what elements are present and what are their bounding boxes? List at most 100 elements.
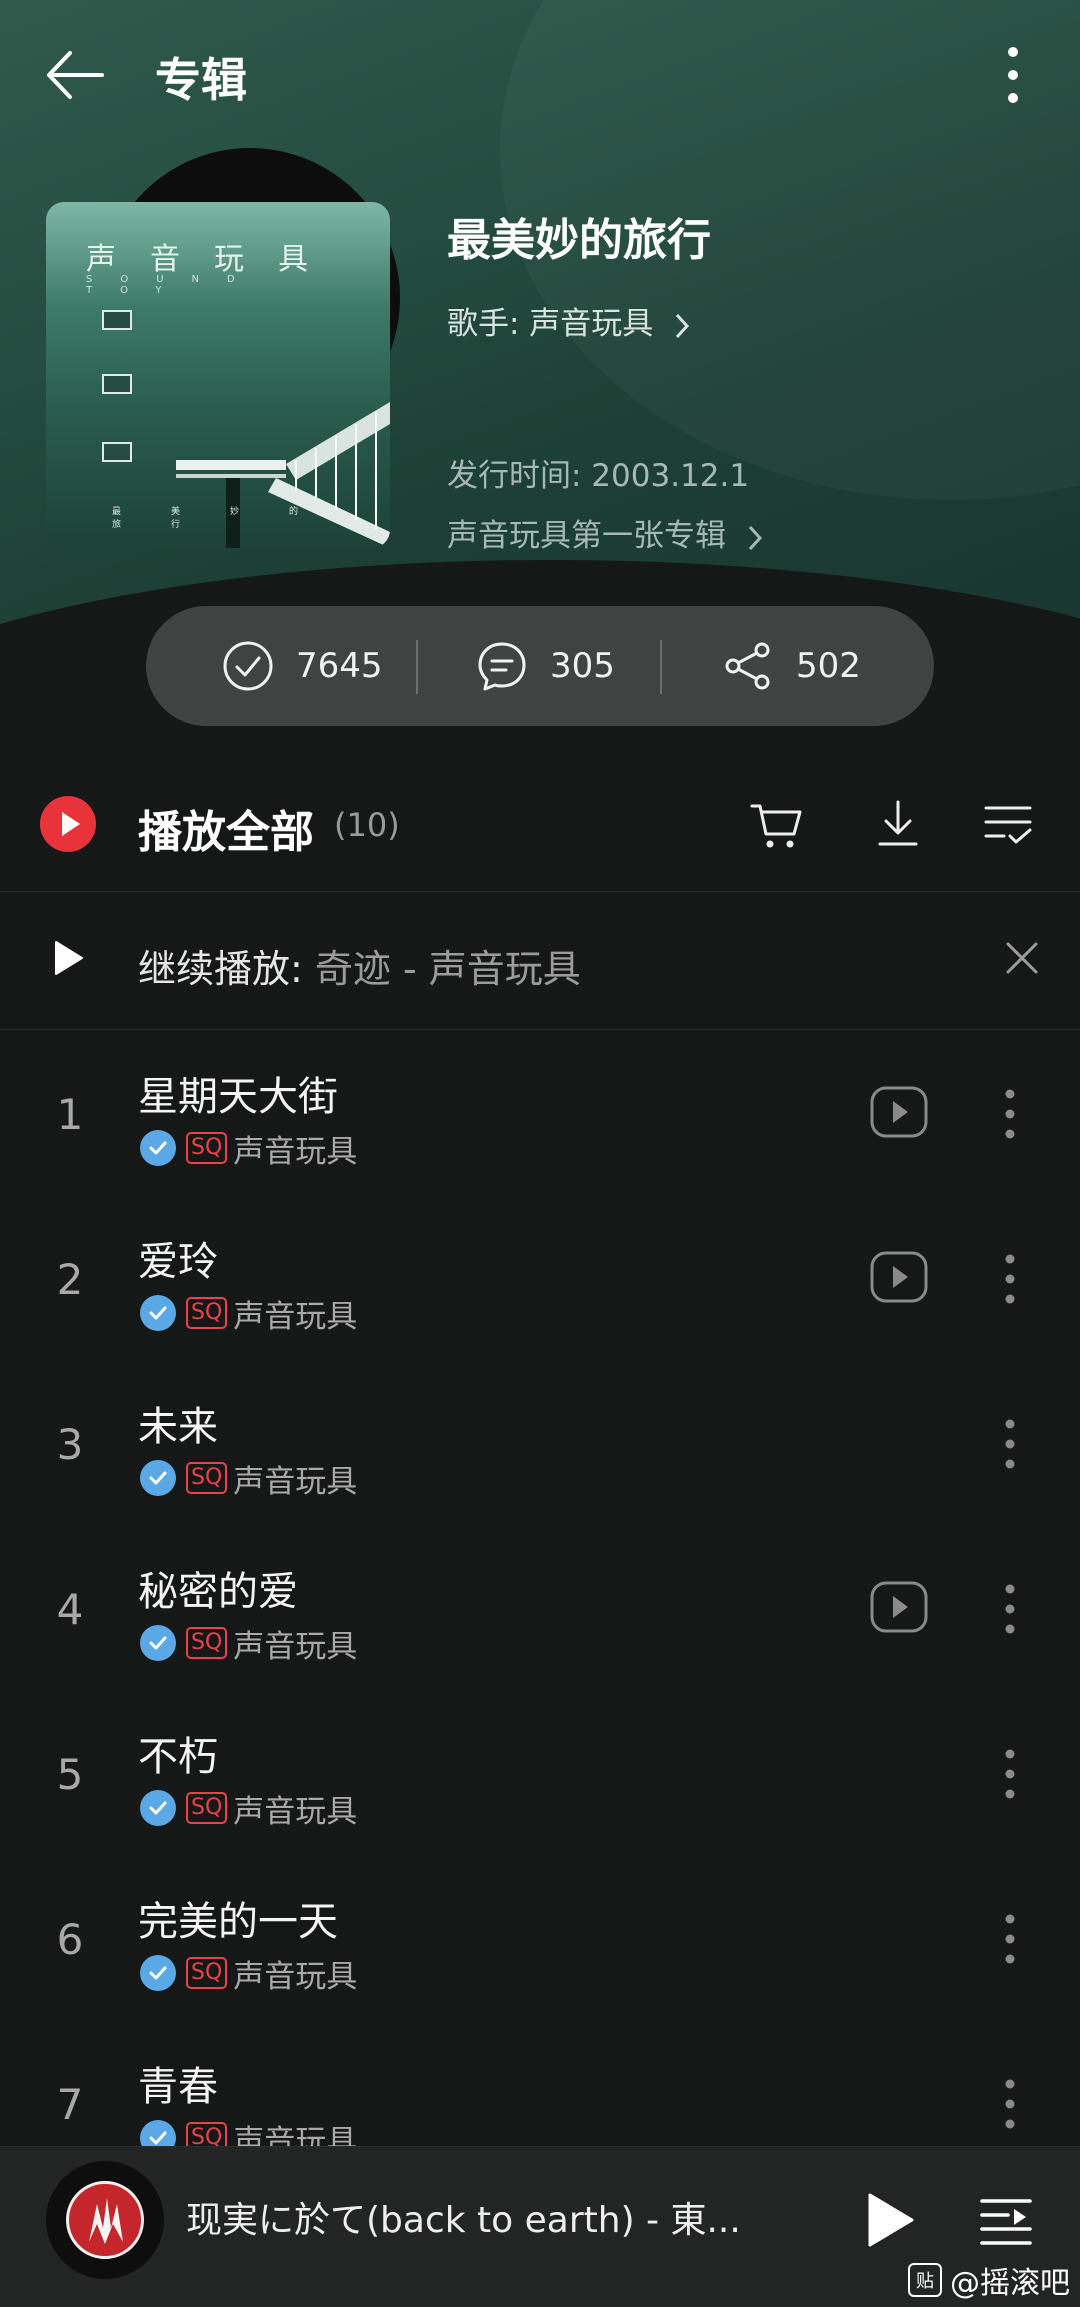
verified-icon — [140, 1460, 176, 1496]
track-number: 1 — [56, 1090, 84, 1139]
track-more-button[interactable] — [990, 1414, 1030, 1474]
track-number: 7 — [56, 2080, 84, 2129]
continue-playing-bar[interactable]: 继续播放: 奇迹 - 声音玩具 — [0, 892, 1080, 1030]
track-number: 4 — [56, 1585, 84, 1634]
back-button[interactable] — [40, 40, 110, 110]
continue-prefix: 继续播放: — [138, 947, 315, 991]
vertical-dots-icon — [1005, 1254, 1015, 1304]
watermark-text: @摇滚吧 — [950, 2266, 1070, 2301]
sq-badge: SQ — [186, 1132, 228, 1164]
download-icon — [878, 800, 918, 846]
track-more-button[interactable] — [990, 1909, 1030, 1969]
verified-icon — [140, 1625, 176, 1661]
cover-title: 声音玩具 — [86, 242, 342, 277]
chevron-right-icon — [676, 313, 690, 338]
mini-player-disc[interactable] — [46, 2161, 164, 2279]
track-more-button[interactable] — [990, 2074, 1030, 2134]
mv-button[interactable] — [868, 1579, 930, 1635]
more-options-button[interactable] — [990, 40, 1036, 110]
play-all-bar: 播放全部 (10) — [0, 770, 1080, 892]
sq-badge: SQ — [186, 1792, 228, 1824]
cover-window — [102, 310, 132, 330]
chevron-right-icon — [748, 525, 762, 550]
cover-bottom-text: 最美妙的旅行 — [112, 507, 349, 530]
play-all-label[interactable]: 播放全部 — [138, 796, 314, 860]
sq-badge: SQ — [186, 1462, 228, 1494]
play-icon — [55, 941, 83, 975]
video-play-icon — [870, 1581, 928, 1633]
mini-player-artwork — [66, 2181, 144, 2259]
track-title: 爱玲 — [138, 1239, 218, 1285]
vertical-dots-icon — [1005, 1749, 1015, 1799]
cart-icon — [750, 804, 802, 848]
share-icon — [725, 642, 770, 690]
artist-label: 歌手: 声音玩具 — [447, 306, 654, 342]
track-more-button[interactable] — [990, 1249, 1030, 1309]
album-cover[interactable]: 声音玩具 SOUND TOY 最美妙的旅行 — [46, 202, 390, 548]
album-description-link[interactable]: 声音玩具第一张专辑 — [447, 510, 764, 555]
track-number: 2 — [56, 1255, 84, 1304]
track-meta: SQ 声音玩具 — [140, 1623, 358, 1665]
cover-window — [102, 442, 132, 462]
arrow-left-icon — [47, 51, 104, 99]
verified-icon — [140, 1955, 176, 1991]
track-title: 秘密的爱 — [138, 1569, 298, 1615]
track-row[interactable]: 5 不朽 SQ 声音玩具 — [0, 1690, 1080, 1855]
track-number: 5 — [56, 1750, 84, 1799]
track-artist: 声音玩具 — [233, 1628, 358, 1665]
cart-button[interactable] — [746, 794, 806, 854]
sq-badge: SQ — [186, 1627, 228, 1659]
multi-select-button[interactable] — [978, 794, 1038, 854]
track-row[interactable]: 1 星期天大街 SQ 声音玩具 — [0, 1030, 1080, 1195]
watermark: 贴 @摇滚吧 — [908, 2258, 1070, 2302]
track-meta: SQ 声音玩具 — [140, 1128, 357, 1170]
track-artist: 声音玩具 — [233, 1958, 358, 1995]
mv-button[interactable] — [868, 1084, 930, 1140]
play-icon — [62, 812, 80, 836]
track-row[interactable]: 6 完美的一天 SQ 声音玩具 — [0, 1855, 1080, 2020]
cover-window — [102, 374, 132, 394]
sq-badge: SQ — [186, 1297, 228, 1329]
verified-icon — [140, 1295, 176, 1331]
cover-subtitle: SOUND TOY — [86, 274, 263, 296]
track-artist: 声音玩具 — [233, 1793, 358, 1830]
track-meta: SQ 声音玩具 — [140, 1953, 358, 1995]
track-row[interactable]: 2 爱玲 SQ 声音玩具 — [0, 1195, 1080, 1360]
mv-button[interactable] — [868, 1249, 930, 1305]
video-play-icon — [870, 1251, 928, 1303]
share-button[interactable]: 502 — [722, 606, 861, 726]
top-bar: 专辑 — [0, 0, 1080, 150]
album-description: 声音玩具第一张专辑 — [447, 518, 726, 554]
video-play-icon — [870, 1086, 928, 1138]
collect-count: 7645 — [296, 646, 383, 686]
playlist-button[interactable] — [978, 2193, 1034, 2249]
comment-button[interactable]: 305 — [476, 606, 615, 726]
track-more-button[interactable] — [990, 1744, 1030, 1804]
track-artist: 声音玩具 — [233, 1463, 358, 1500]
verified-icon — [140, 1790, 176, 1826]
watermark-badge: 贴 — [908, 2263, 942, 2297]
track-number: 3 — [56, 1420, 84, 1469]
collect-button[interactable]: 7645 — [222, 606, 383, 726]
track-title: 青春 — [138, 2064, 218, 2110]
track-meta: SQ 声音玩具 — [140, 1788, 358, 1830]
track-artist: 声音玩具 — [233, 1298, 358, 1335]
album-stats-bar: 7645 305 502 — [146, 606, 934, 726]
play-icon — [868, 2193, 914, 2247]
download-button[interactable] — [868, 794, 928, 854]
track-title: 完美的一天 — [138, 1899, 338, 1945]
comment-icon — [478, 642, 526, 691]
play-all-button[interactable] — [40, 796, 96, 852]
track-row[interactable]: 3 未来 SQ 声音玩具 — [0, 1360, 1080, 1525]
close-continue-button[interactable] — [1000, 936, 1044, 980]
track-row[interactable]: 4 秘密的爱 SQ 声音玩具 — [0, 1525, 1080, 1690]
list-check-icon — [984, 806, 1032, 844]
mini-play-button[interactable] — [862, 2189, 918, 2251]
track-title: 未来 — [138, 1404, 218, 1450]
track-title: 星期天大街 — [138, 1074, 338, 1120]
vertical-dots-icon — [1008, 47, 1018, 103]
track-more-button[interactable] — [990, 1084, 1030, 1144]
track-more-button[interactable] — [990, 1579, 1030, 1639]
divider — [660, 640, 662, 694]
artist-link[interactable]: 歌手: 声音玩具 — [447, 298, 691, 343]
